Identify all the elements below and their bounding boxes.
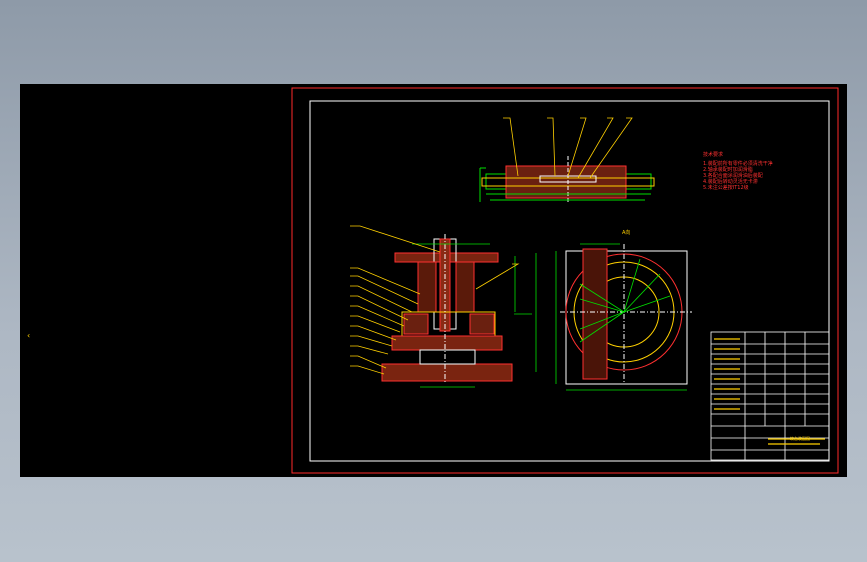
top-view bbox=[479, 156, 655, 204]
notes-title: 技术要求 bbox=[703, 152, 724, 158]
side-view-dimensions bbox=[555, 243, 687, 391]
side-view-label: A向 bbox=[622, 230, 631, 236]
cad-drawing bbox=[291, 87, 839, 474]
side-view bbox=[560, 244, 692, 385]
title-block-name: 转台装配图 bbox=[790, 436, 810, 441]
notes-block: 技术要求 1.装配前所有零件必须清洗干净 2.轴承装配时加润滑脂 3.各配合面涂… bbox=[703, 152, 843, 191]
front-section-view bbox=[381, 234, 513, 384]
title-block-text bbox=[714, 338, 825, 445]
cad-viewport[interactable]: ‹ 技术要求 1.装配前所有零件必须清洗干净 2.轴承装配时加润滑脂 3.各配合… bbox=[20, 84, 847, 477]
title-block bbox=[710, 331, 830, 461]
sheet-border bbox=[291, 87, 839, 474]
note-line: 5.未注公差按IT12级 bbox=[703, 185, 749, 191]
